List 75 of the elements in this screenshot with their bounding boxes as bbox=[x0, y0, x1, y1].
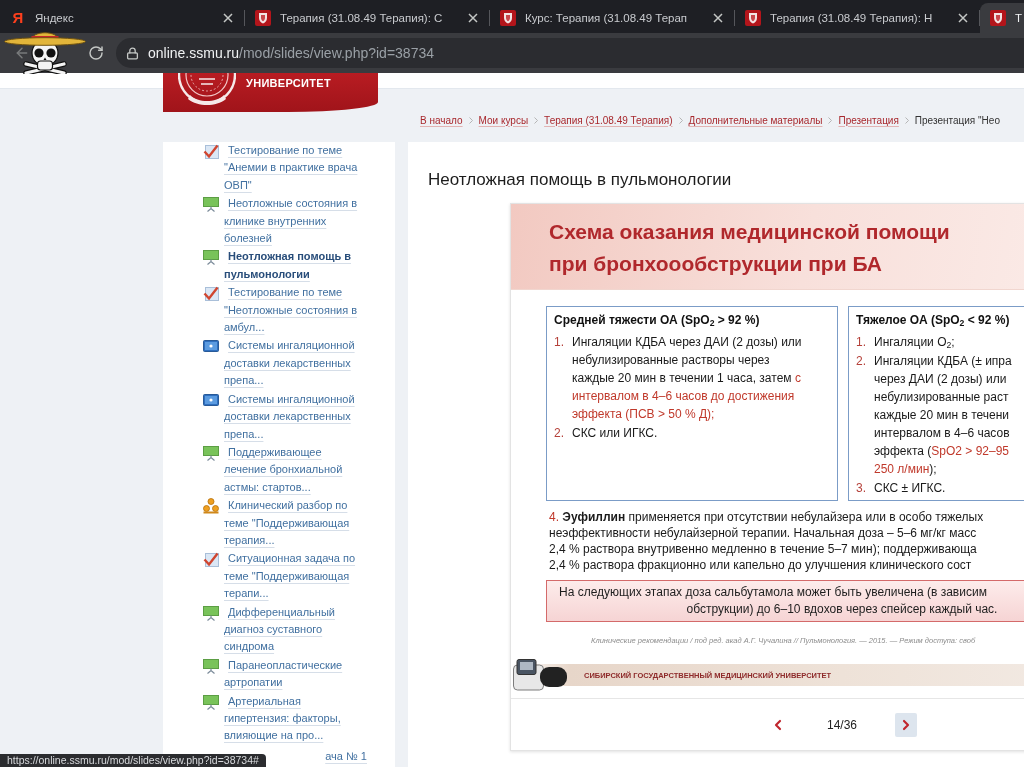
close-icon[interactable] bbox=[713, 13, 723, 23]
favicon-glyph: Я bbox=[11, 10, 25, 26]
page-title: Неотложная помощь в пульмонологии bbox=[428, 169, 733, 190]
slide-title: Схема оказания медицинской помощи при бронхоообструкции при БА bbox=[549, 219, 951, 277]
browser-tab[interactable]: Курс: Терапия (31.08.49 Терап bbox=[490, 3, 733, 33]
browser-tab[interactable]: Я Яндекс bbox=[0, 3, 243, 33]
callout-note: На следующих этапах доза сальбутамола может быть увеличена (в зависим обструкции) до 6–10 вдохов через спейсер каждый час. bbox=[546, 580, 1024, 622]
list-item-text: Ингаляции O$_{2}$; bbox=[874, 334, 955, 351]
breadcrumb-link[interactable]: В начало bbox=[420, 114, 463, 126]
address-field[interactable]: online.ssmu.ru/mod/slides/view.php?id=38734 bbox=[116, 38, 1024, 68]
chevron-right-icon bbox=[468, 116, 473, 124]
crest-icon bbox=[745, 10, 761, 26]
breadcrumb-link[interactable]: Дополнительные материалы bbox=[688, 114, 823, 126]
device-icon bbox=[513, 659, 567, 691]
list-number: 1. bbox=[554, 334, 565, 351]
sidebar-link[interactable]: Тестирование по теме "Неотложные состояния в амбул... bbox=[224, 284, 362, 337]
status-url: https://online.ssmu.ru/mod/slides/view.php?id=38734# bbox=[0, 754, 266, 767]
crest-icon bbox=[990, 10, 1006, 26]
next-button[interactable] bbox=[895, 712, 917, 737]
chevron-right-icon bbox=[534, 116, 539, 124]
tick-icon bbox=[203, 551, 219, 568]
sidebar-link[interactable]: Системы ингаляционной доставки лекарственных препа... bbox=[224, 390, 362, 443]
list-item-text: Ингаляции КДБА (± ипра через ДАИ (2 дозы) или небулизированные раст каждые 20 мин в течени интервалом в 4–6 часов эффекта (SpO2 > 92–95 250 л/мин); bbox=[874, 353, 1012, 478]
breadcrumb-current: Презентация "Нео bbox=[914, 114, 1000, 126]
sidebar-link[interactable]: Дифференциальный диагноз суставного синдрома bbox=[224, 603, 362, 656]
banner-text: УНИВЕРСИТЕТ bbox=[246, 77, 331, 89]
projector-screen-icon bbox=[203, 444, 219, 461]
list-number: 1. bbox=[856, 334, 867, 351]
sidebar-link[interactable]: Неотложные состояния в клинике внутренних болезней bbox=[224, 195, 362, 248]
crest-icon bbox=[255, 10, 271, 26]
sidebar-link[interactable]: Ситуационная задача по теме "Поддерживающая терапи... bbox=[224, 550, 362, 603]
sidebar-link[interactable]: Клинический разбор по теме "Поддерживающая терапия... bbox=[224, 497, 362, 550]
list-number: 3. bbox=[856, 480, 867, 497]
page-counter: 14/36 bbox=[827, 717, 857, 732]
tick-icon bbox=[203, 285, 219, 302]
close-icon[interactable] bbox=[958, 13, 968, 23]
sidebar-link[interactable]: Поддерживающее лечение бронхиальной астмы: стартов... bbox=[224, 443, 362, 497]
projector-screen-icon bbox=[203, 249, 219, 266]
list-item-text: СКС или ИГКС. bbox=[572, 425, 658, 442]
tick-icon bbox=[203, 143, 219, 159]
sidebar-link[interactable]: Артериальная гипертензия: факторы, влияющие на про... bbox=[224, 692, 362, 745]
sidebar-link[interactable]: ача № 1 bbox=[325, 749, 367, 762]
chevron-right-icon bbox=[828, 116, 833, 124]
chevron-right-icon bbox=[678, 116, 683, 124]
lock-icon bbox=[126, 46, 139, 60]
breadcrumb-link[interactable]: Презентация bbox=[838, 114, 899, 126]
back-icon[interactable] bbox=[14, 45, 30, 61]
video-icon bbox=[203, 391, 219, 408]
projector-screen-icon bbox=[203, 693, 219, 710]
reload-icon[interactable] bbox=[88, 45, 104, 61]
breadcrumb-link[interactable]: Терапия (31.08.49 Терапия) bbox=[544, 114, 673, 126]
chevron-right-icon bbox=[904, 116, 909, 124]
projector-screen-icon bbox=[203, 196, 219, 213]
video-icon bbox=[203, 338, 219, 355]
note-paragraph: 4. Эуфиллин применяется при отсутствии небулайзера или в особо тяжелых неэффективности небулайзерной терапии. Начальная доза – 5–6 мг/кг масс 2,4 % раствора внутривенно медленно в течение 5–7 мин); поддерживающа 2,4 % раствора фракционно или капельно до улучшения клинического сост bbox=[548, 509, 985, 573]
box-heading: Средней тяжести ОА (SpO$_{2}$ > 92 %) bbox=[554, 312, 761, 328]
list-number: 2. bbox=[554, 425, 565, 442]
box-heading: Тяжелое ОА (SpO$_{2}$ < 92 %) bbox=[856, 312, 1011, 328]
browser-tab[interactable]: Терапия (31.08.49 Терапия): Н bbox=[735, 3, 978, 33]
crest-icon bbox=[500, 10, 516, 26]
list-item-text: Ингаляции КДБА через ДАИ (2 дозы) или небулизированные растворы через каждые 20 мин в течении 1 часа, затем с интервалом в 4–6 часов до достижения эффекта (ПСВ > 50 % Д); bbox=[572, 334, 802, 423]
close-icon[interactable] bbox=[223, 13, 233, 23]
list-number: 2. bbox=[856, 353, 867, 370]
projector-screen-icon bbox=[203, 657, 219, 674]
breadcrumb-link[interactable]: Мои курсы bbox=[478, 114, 529, 126]
sidebar-link[interactable]: Неотложная помощь в пульмонологии bbox=[224, 248, 362, 284]
close-icon[interactable] bbox=[468, 13, 478, 23]
list-item-text: СКС ± ИГКС. bbox=[874, 480, 946, 497]
people-group-icon bbox=[203, 498, 219, 515]
sidebar-link[interactable]: Паранеопластические артропатии bbox=[224, 656, 362, 692]
browser-tab[interactable]: Терапия (31.08.49 Терапия): С bbox=[245, 3, 488, 33]
sidebar-link[interactable]: Системы ингаляционной доставки лекарственных препа... bbox=[224, 337, 362, 390]
sidebar-link[interactable]: Тестирование по теме "Анемии в практике врача ОВП" bbox=[224, 142, 362, 195]
seal-icon bbox=[178, 73, 236, 107]
projector-screen-icon bbox=[203, 604, 219, 621]
